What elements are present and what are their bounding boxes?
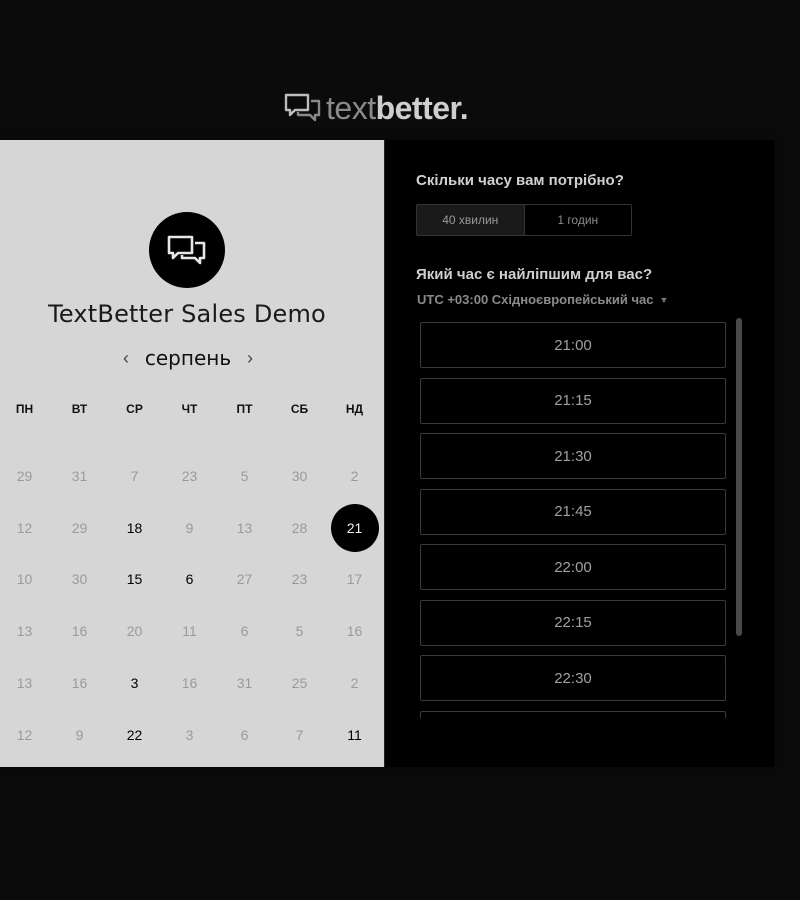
time-slot-button[interactable]: 21:00 <box>420 322 726 368</box>
calendar-day: 13 <box>236 519 253 536</box>
calendar-day: 6 <box>240 623 249 640</box>
calendar-day: 23 <box>291 571 308 588</box>
calendar-day: 13 <box>16 623 33 640</box>
duration-option-1h[interactable]: 1 годин <box>524 205 631 235</box>
calendar-day-available[interactable]: 3 <box>104 657 165 709</box>
calendar-day: 23 <box>181 467 198 484</box>
month-label: серпень <box>144 346 232 370</box>
calendar-day: 7 <box>130 467 139 484</box>
weekday-label: ПН <box>15 402 34 416</box>
timezone-label: UTC +03:00 Східноєвропейський час <box>417 292 654 307</box>
month-navigation: ‹ серпень › <box>118 346 258 370</box>
calendar-day-available[interactable]: 11 <box>324 709 385 761</box>
calendar-day: 5 <box>295 623 304 640</box>
caret-down-icon: ▼ <box>659 294 669 305</box>
time-slot-button[interactable]: 22:00 <box>420 544 726 590</box>
chevron-right-icon[interactable]: › <box>242 348 258 369</box>
calendar-day: 16 <box>71 623 88 640</box>
time-slot-button[interactable]: 21:30 <box>420 433 726 479</box>
duration-option-40min[interactable]: 40 хвилин <box>417 205 525 235</box>
calendar-day: 7 <box>295 726 304 743</box>
time-slot-button[interactable]: 22:15 <box>420 599 726 646</box>
duration-question: Скільки часу вам потрібно? <box>416 172 624 189</box>
time-slot-button[interactable] <box>420 710 726 718</box>
calendar-grid: 29 31 7 23 5 30 2 12 29 18 9 13 28 21 10… <box>0 450 384 761</box>
calendar-day: 3 <box>185 726 194 743</box>
calendar-day: 29 <box>71 519 88 536</box>
calendar-day-available[interactable]: 15 <box>104 554 165 606</box>
brand-logo: textbetter. <box>284 90 469 126</box>
weekday-label: ЧТ <box>181 402 198 416</box>
weekday-label: НД <box>345 402 364 416</box>
chat-bubbles-icon <box>167 235 206 265</box>
calendar-day: 31 <box>71 467 88 484</box>
calendar-day: 9 <box>75 726 84 743</box>
calendar-day: 13 <box>16 675 33 692</box>
weekday-label: СР <box>126 402 143 416</box>
calendar-day: 10 <box>16 571 33 588</box>
calendar-day: 16 <box>181 675 198 692</box>
time-selection-panel: Скільки часу вам потрібно? 40 хвилин 1 г… <box>384 140 774 767</box>
event-title: TextBetter Sales Demo <box>48 300 326 328</box>
calendar-day: 12 <box>16 519 33 536</box>
weekday-label: СБ <box>290 402 309 416</box>
calendar-day: 17 <box>346 571 363 588</box>
calendar-day: 12 <box>16 726 33 743</box>
calendar-day: 27 <box>236 571 253 588</box>
calendar-day: 2 <box>350 467 359 484</box>
calendar-day: 30 <box>71 571 88 588</box>
brand-wordmark: textbetter. <box>326 90 469 126</box>
time-slot-button[interactable]: 21:45 <box>420 488 726 535</box>
calendar-day: 11 <box>182 623 197 640</box>
weekday-label: ВТ <box>71 402 88 416</box>
calendar-day: 6 <box>240 726 249 743</box>
calendar-day: 31 <box>236 675 253 692</box>
event-avatar <box>149 212 225 288</box>
weekday-header: ПН ВТ СР ЧТ ПТ СБ НД <box>0 402 384 416</box>
calendar-day-selected[interactable]: 21 <box>324 502 385 554</box>
calendar-day-available[interactable]: 18 <box>104 502 165 554</box>
calendar-panel: TextBetter Sales Demo ‹ серпень › ПН ВТ … <box>0 140 384 767</box>
calendar-day: 16 <box>71 675 88 692</box>
calendar-day: 16 <box>346 623 363 640</box>
duration-toggle: 40 хвилин 1 годин <box>416 204 632 236</box>
chevron-left-icon[interactable]: ‹ <box>118 348 134 369</box>
timezone-selector[interactable]: UTC +03:00 Східноєвропейський час ▼ <box>417 292 668 307</box>
weekday-label: ПТ <box>236 402 253 416</box>
calendar-day: 25 <box>291 675 308 692</box>
calendar-day-available[interactable]: 22 <box>104 709 165 761</box>
time-question: Який час є найліпшим для вас? <box>416 266 653 283</box>
time-slot-button[interactable]: 21:15 <box>420 377 726 424</box>
scheduler-card: TextBetter Sales Demo ‹ серпень › ПН ВТ … <box>0 140 774 767</box>
time-slot-list: 21:00 21:15 21:30 21:45 22:00 22:15 22:3… <box>420 322 730 718</box>
calendar-day: 30 <box>291 467 308 484</box>
calendar-day: 2 <box>350 675 359 692</box>
calendar-day: 20 <box>126 623 143 640</box>
calendar-day: 29 <box>16 467 33 484</box>
slot-list-scrollbar[interactable] <box>736 318 742 636</box>
calendar-day: 9 <box>185 519 194 536</box>
calendar-day-available[interactable]: 6 <box>159 554 220 606</box>
calendar-day: 28 <box>291 519 308 536</box>
time-slot-button[interactable]: 22:30 <box>420 655 726 701</box>
calendar-day: 5 <box>240 467 249 484</box>
chat-bubbles-icon <box>284 93 321 122</box>
